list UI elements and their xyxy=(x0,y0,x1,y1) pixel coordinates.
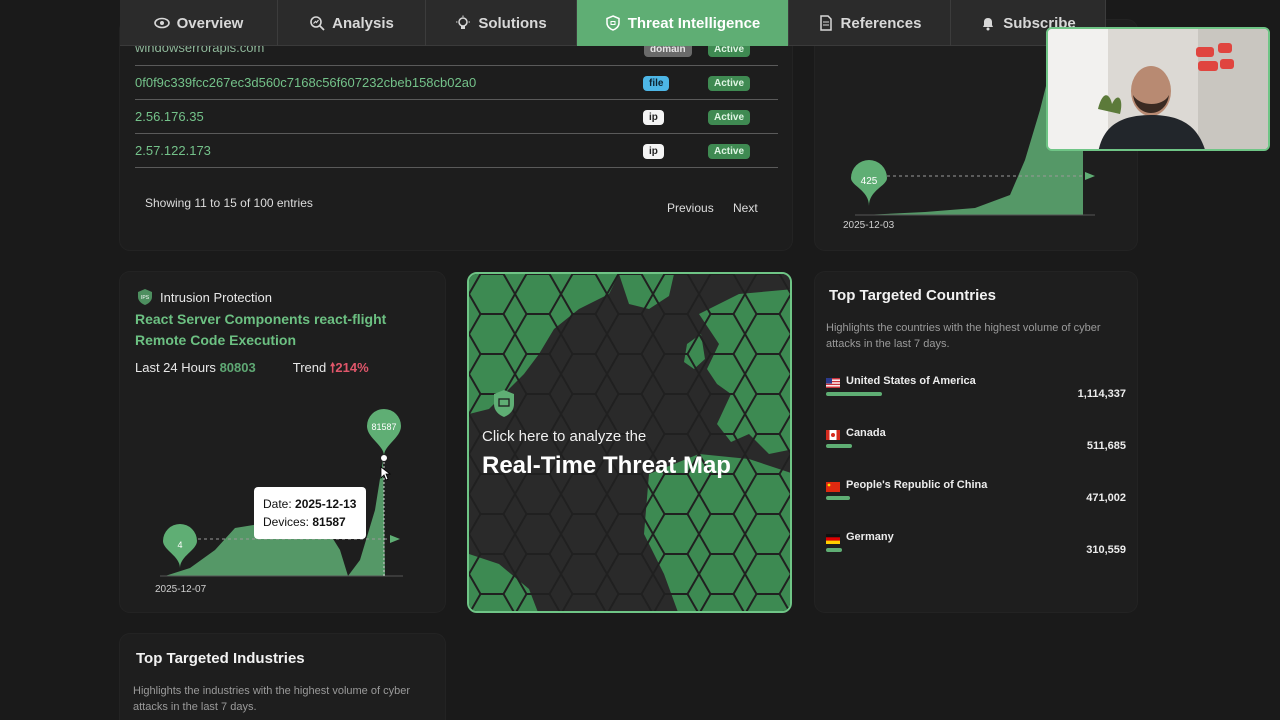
trend-label: Trend xyxy=(292,360,327,375)
china-flag-icon xyxy=(826,482,840,492)
industries-title: Top Targeted Industries xyxy=(136,650,305,667)
country-bar xyxy=(826,392,882,396)
trend-arrow xyxy=(1085,172,1095,180)
country-bar xyxy=(826,496,850,500)
magnifier-chart-icon xyxy=(310,16,325,31)
canada-flag-icon xyxy=(826,430,840,440)
intrusion-stats: Last 24 Hours 80803 Trend 🠕214% xyxy=(135,359,369,381)
next-button[interactable]: Next xyxy=(733,201,758,215)
tab-analysis[interactable]: Analysis xyxy=(278,0,426,46)
start-date-label: 2025-12-07 xyxy=(155,584,207,595)
country-item: United States of America 1,114,337 xyxy=(826,375,1126,415)
table-row[interactable]: 2.57.122.173 ip Active xyxy=(135,134,778,168)
country-bar xyxy=(826,548,842,552)
ioc-type-badge: ip xyxy=(643,110,664,125)
threat-map-caption: Click here to analyze the xyxy=(482,428,647,445)
country-item: Canada 511,685 xyxy=(826,427,1126,467)
country-value: 1,114,337 xyxy=(1077,388,1126,400)
ioc-value[interactable]: 2.56.176.35 xyxy=(135,109,204,124)
bell-icon xyxy=(983,18,994,31)
tab-label: References xyxy=(840,14,922,32)
last24-value: 80803 xyxy=(219,360,256,375)
document-icon xyxy=(819,15,832,31)
ioc-value[interactable]: 0f0f9c339fcc267ec3d560c7168c56f607232cbe… xyxy=(135,75,476,90)
tab-label: Analysis xyxy=(332,14,394,32)
threat-map-title[interactable]: Real-Time Threat Map xyxy=(482,452,731,480)
tab-solutions[interactable]: Solutions xyxy=(426,0,577,46)
last24-label: Last 24 Hours xyxy=(135,360,216,375)
start-value-label: 4 xyxy=(177,540,182,550)
peak-point xyxy=(381,455,387,461)
eye-icon xyxy=(153,17,170,29)
chart-tooltip: Date: 2025-12-13 Devices: 81587 xyxy=(254,487,366,539)
table-row[interactable]: 2.56.176.35 ip Active xyxy=(135,100,778,134)
start-date-label: 2025-12-03 xyxy=(843,220,895,231)
ioc-type-badge: ip xyxy=(643,144,664,159)
countries-title: Top Targeted Countries xyxy=(829,287,996,304)
tab-overview[interactable]: Overview xyxy=(120,0,278,46)
status-badge: Active xyxy=(708,110,751,125)
ioc-type-badge: file xyxy=(643,76,670,91)
tooltip-date: 2025-12-13 xyxy=(295,497,357,511)
previous-button[interactable]: Previous xyxy=(667,201,714,215)
tooltip-devices: 81587 xyxy=(312,515,346,529)
lightbulb-icon xyxy=(456,15,471,29)
ips-shield-icon: IPS xyxy=(138,289,152,305)
germany-flag-icon xyxy=(826,534,840,544)
tab-label: Overview xyxy=(176,14,244,32)
svg-text:IPS: IPS xyxy=(141,295,150,301)
country-value: 310,559 xyxy=(1086,544,1126,556)
industries-description: Highlights the industries with the highe… xyxy=(133,685,410,713)
webcam-overlay xyxy=(1046,27,1270,151)
intrusion-header: IPS Intrusion Protection xyxy=(138,289,272,305)
intrusion-title[interactable]: React Server Components react-flight Rem… xyxy=(135,309,425,351)
country-value: 511,685 xyxy=(1086,440,1126,452)
country-bar xyxy=(826,444,852,448)
country-name: Germany xyxy=(846,531,894,543)
countries-description: Highlights the countries with the highes… xyxy=(826,322,1101,350)
country-name: Canada xyxy=(846,427,886,439)
table-entries-info: Showing 11 to 15 of 100 entries xyxy=(145,196,313,210)
country-name: People's Republic of China xyxy=(846,479,988,491)
intrusion-category: Intrusion Protection xyxy=(160,289,273,305)
peak-value-pin xyxy=(367,408,401,456)
tab-label: Threat Intelligence xyxy=(627,14,761,32)
intrusion-arrow xyxy=(390,535,400,543)
tooltip-date-label: Date: xyxy=(263,497,292,511)
status-badge: Active xyxy=(708,76,751,91)
table-row[interactable]: 0f0f9c339fcc267ec3d560c7168c56f607232cbe… xyxy=(135,66,778,100)
country-value: 471,002 xyxy=(1086,492,1126,504)
trend-value: 214% xyxy=(335,360,369,375)
start-value-label: 425 xyxy=(861,176,878,187)
top-navigation: Overview Analysis Solutions Threat Intel… xyxy=(120,0,1106,46)
tab-references[interactable]: References xyxy=(789,0,951,46)
country-item: People's Republic of China 471,002 xyxy=(826,479,1126,519)
presenter-video-frame xyxy=(1048,29,1268,149)
shield-icon xyxy=(605,15,620,31)
tooltip-devices-label: Devices: xyxy=(263,515,310,529)
tab-threat-intelligence[interactable]: Threat Intelligence xyxy=(577,0,789,46)
tab-label: Solutions xyxy=(478,14,547,32)
peak-value-label: 81587 xyxy=(371,422,396,432)
mouse-pointer-icon xyxy=(380,466,392,481)
status-badge: Active xyxy=(708,144,751,159)
ioc-value[interactable]: 2.57.122.173 xyxy=(135,143,211,158)
country-name: United States of America xyxy=(846,375,976,387)
us-flag-icon xyxy=(826,378,840,388)
country-item: Germany 310,559 xyxy=(826,531,1126,571)
